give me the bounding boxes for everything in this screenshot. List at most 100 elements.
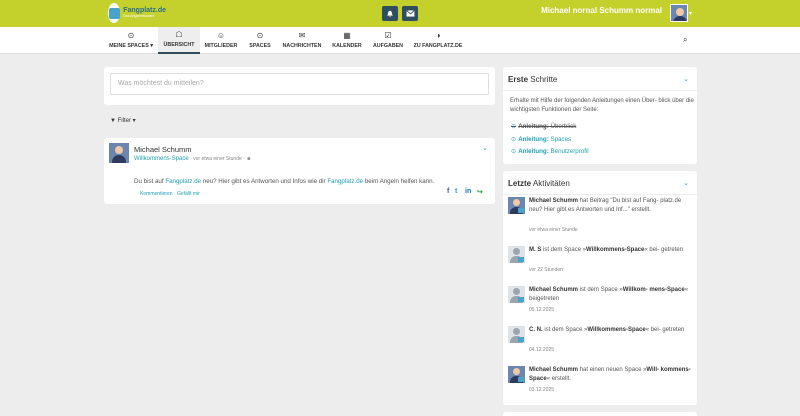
collapse-chevron-icon[interactable]: ⌄ bbox=[683, 179, 689, 187]
activity-space: Willkommens-Space bbox=[586, 247, 645, 253]
activity-message: « bei- getreten bbox=[644, 247, 684, 253]
bell-icon bbox=[387, 10, 393, 17]
activity-actor: C. N. bbox=[529, 327, 543, 333]
activity-message: « bei- getreten bbox=[645, 327, 685, 333]
nav-to-fangplatz[interactable]: ◑ ZU FANGPLATZ.DE bbox=[410, 27, 466, 54]
activity-avatar bbox=[508, 366, 525, 383]
activity-message: « erstellt. bbox=[546, 376, 572, 382]
panel-title-bold: Letzte bbox=[508, 179, 532, 188]
post-link[interactable]: Fangplatz.de bbox=[165, 178, 201, 185]
post-text-part: Du bist auf bbox=[134, 178, 166, 185]
post-text-part: beim Angeln helfen kann. bbox=[363, 178, 435, 185]
nav-spaces[interactable]: ⊙ SPACES bbox=[244, 27, 276, 54]
search-icon[interactable]: ⌕ bbox=[683, 35, 687, 45]
nav-label: NACHRICHTEN bbox=[282, 43, 322, 49]
activity-message: ist dem Space » bbox=[578, 287, 623, 293]
step-label-bold: Anleitung: bbox=[518, 136, 549, 143]
post-author[interactable]: Michael Schumm bbox=[134, 145, 192, 154]
top-bar: Fangplatz.de Das Anglernetzwerk Michael … bbox=[0, 0, 800, 27]
check-circle-icon: ⊙ bbox=[511, 148, 517, 155]
share-icon[interactable]: ↪ bbox=[477, 188, 483, 196]
nav-label: MEINE SPACES ▾ bbox=[109, 43, 153, 49]
activity-text: Michael Schumm hat einen neuen Space »Wi… bbox=[529, 366, 693, 384]
activity-text: M. S ist dem Space »Willkommens-Space« b… bbox=[529, 246, 693, 255]
activity-avatar bbox=[508, 246, 525, 263]
caret-down-icon: ▾ bbox=[132, 118, 136, 124]
notifications-button[interactable] bbox=[382, 6, 398, 21]
check-circle-icon: ⊙ bbox=[511, 123, 517, 130]
post-menu-chevron-icon[interactable]: ⌄ bbox=[482, 144, 488, 152]
collapse-chevron-icon[interactable]: ⌄ bbox=[683, 75, 689, 83]
panel-title-bold: Erste bbox=[508, 75, 529, 84]
nav-tasks[interactable]: ☑ AUFGABEN bbox=[369, 27, 407, 54]
messages-icon: ✉ bbox=[298, 31, 306, 40]
logo-mark-icon bbox=[108, 3, 121, 23]
step-label: Überblick bbox=[548, 123, 577, 130]
user-avatar[interactable] bbox=[670, 4, 688, 22]
first-steps-panel: Erste Schritte ⌄ Erhalte mit Hilfe der f… bbox=[503, 67, 697, 164]
visibility-icon: ☻ bbox=[246, 156, 252, 162]
members-icon: ☺ bbox=[216, 31, 226, 40]
envelope-icon bbox=[405, 10, 415, 17]
step-label: Benutzerprofil bbox=[548, 148, 589, 155]
activity-avatar bbox=[508, 326, 525, 343]
steps-description: Erhalte mit Hilfe der folgenden Anleitun… bbox=[510, 98, 694, 113]
like-link[interactable]: Gefällt mir bbox=[177, 191, 200, 197]
step-label-bold: Anleitung: bbox=[518, 123, 549, 130]
filter-dropdown[interactable]: ▼ Filter ▾ bbox=[110, 117, 136, 124]
linkedin-share-icon[interactable]: in bbox=[465, 188, 471, 195]
step-profile[interactable]: ⊙ Anleitung: Benutzerprofil bbox=[511, 148, 589, 155]
site-logo[interactable]: Fangplatz.de Das Anglernetzwerk bbox=[108, 3, 166, 23]
check-circle-icon: ⊙ bbox=[511, 136, 517, 143]
nav-members[interactable]: ☺ MITGLIEDER bbox=[203, 27, 239, 54]
activity-message: ist dem Space » bbox=[542, 327, 588, 333]
activity-message: ist dem Space » bbox=[541, 247, 587, 253]
calendar-icon: ▦ bbox=[343, 31, 351, 40]
post-author-avatar[interactable] bbox=[109, 143, 129, 163]
activity-message: hat einen neuen Space » bbox=[578, 367, 647, 373]
user-name[interactable]: Michael nornal Schumm normal bbox=[541, 6, 662, 15]
divider bbox=[503, 194, 697, 195]
step-overview[interactable]: ⊙ Anleitung: Überblick bbox=[511, 123, 576, 130]
nav-calendar[interactable]: ▦ KALENDER bbox=[328, 27, 366, 54]
activity-text: Michael Schumm ist dem Space »Willkom- m… bbox=[529, 286, 693, 304]
post-composer: Was möchtest du mitteilen? bbox=[104, 67, 495, 105]
messages-button[interactable] bbox=[402, 6, 418, 21]
divider bbox=[503, 90, 697, 91]
user-menu-caret-icon[interactable]: ▾ bbox=[689, 10, 692, 17]
step-label-bold: Anleitung: bbox=[518, 148, 549, 155]
activity-space: Willkom- mens-Space bbox=[622, 287, 685, 293]
latest-activities-panel: Letzte Aktivitäten ⌄ Michael Schumm hat … bbox=[503, 171, 697, 405]
nav-label: SPACES bbox=[249, 43, 271, 49]
comment-link[interactable]: Kommentieren bbox=[140, 191, 173, 197]
post-input[interactable]: Was möchtest du mitteilen? bbox=[110, 73, 489, 95]
filter-icon: ▼ bbox=[110, 118, 116, 124]
activity-actor: Michael Schumm bbox=[529, 367, 579, 373]
nav-my-spaces[interactable]: ⊙ MEINE SPACES ▾ bbox=[109, 27, 153, 54]
nav-label: ZU FANGPLATZ.DE bbox=[413, 43, 463, 49]
nav-messages[interactable]: ✉ NACHRICHTEN bbox=[280, 27, 324, 54]
overview-icon: ☖ bbox=[175, 30, 183, 39]
nav-label: MITGLIEDER bbox=[204, 43, 238, 49]
post-text-part: neu? Hier gibt es Antworten und Infos wi… bbox=[201, 178, 328, 185]
activity-time: 03.12.2025 bbox=[529, 387, 555, 393]
nav-overview[interactable]: ☖ ÜBERSICHT bbox=[158, 27, 200, 54]
nav-label: AUFGABEN bbox=[372, 43, 403, 49]
half-circle-icon: ◑ bbox=[435, 31, 441, 40]
panel-title: Letzte Aktivitäten bbox=[508, 179, 570, 188]
post-link[interactable]: Fangplatz.de bbox=[327, 178, 363, 185]
twitter-share-icon[interactable]: t bbox=[455, 188, 457, 195]
activity-time: 05.12.2025 bbox=[529, 307, 555, 313]
spaces-directory-icon: ⊙ bbox=[256, 31, 264, 40]
activity-space: Willkommens-Space bbox=[587, 327, 646, 333]
post-meta: Willkommens-Space · vor etwa einer Stund… bbox=[134, 156, 251, 162]
activity-actor: Michael Schumm bbox=[529, 287, 579, 293]
activity-time: vor etwa einer Stunde bbox=[529, 227, 578, 233]
nav-label: ÜBERSICHT bbox=[163, 42, 195, 48]
filter-label: Filter bbox=[117, 118, 131, 124]
logo-title: Fangplatz.de bbox=[123, 7, 166, 15]
facebook-share-icon[interactable]: f bbox=[447, 188, 449, 195]
post-space-link[interactable]: Willkommens-Space bbox=[134, 156, 189, 162]
logo-subtitle: Das Anglernetzwerk bbox=[123, 14, 155, 19]
step-spaces[interactable]: ⊙ Anleitung: Spaces bbox=[511, 136, 571, 143]
